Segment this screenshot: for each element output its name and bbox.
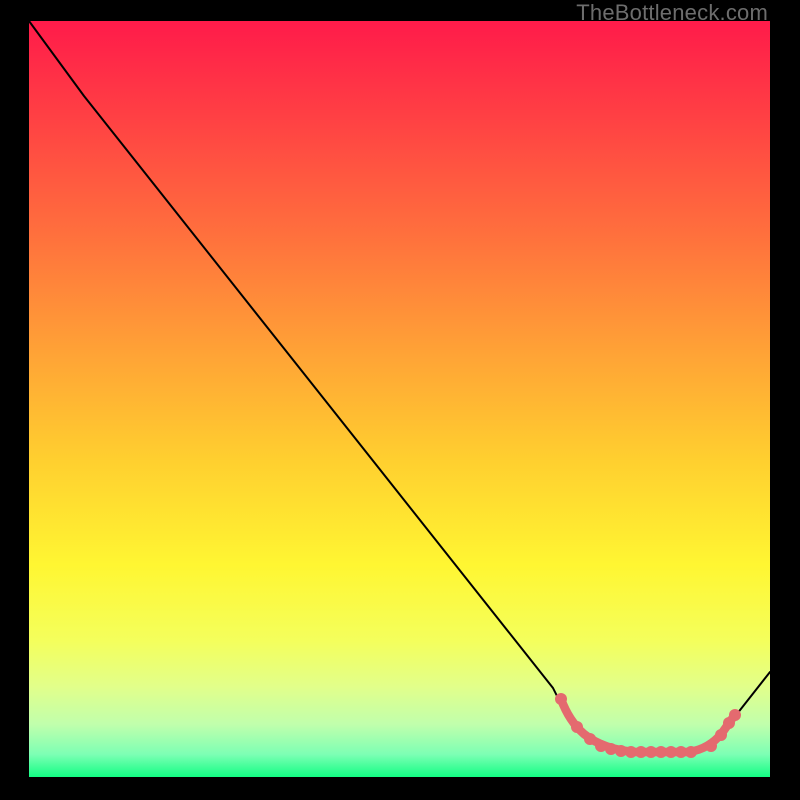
curve-dot [571,721,583,733]
bottleneck-curve [29,21,770,777]
curve-path [29,21,770,752]
curve-dot [685,746,697,758]
curve-dot [605,743,617,755]
curve-dot [555,693,567,705]
curve-dot [584,733,596,745]
curve-dot [705,740,717,752]
curve-dot [729,709,741,721]
curve-dot [715,729,727,741]
